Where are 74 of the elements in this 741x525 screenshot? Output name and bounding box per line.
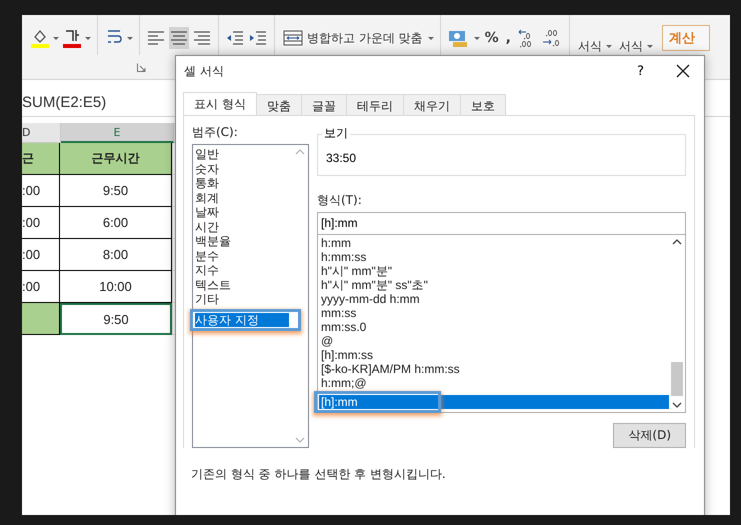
dialog-tab[interactable]: 테두리 bbox=[346, 94, 404, 115]
type-label: 형식(T): bbox=[317, 192, 363, 208]
description-text: 기존의 형식 중 하나를 선택한 후 변형시킵니다. bbox=[191, 466, 447, 483]
merge-center-button[interactable]: 병합하고 가운데 맞춤 bbox=[281, 29, 425, 47]
type-item[interactable]: h:mm;@ bbox=[321, 376, 669, 390]
type-item[interactable]: [h]:mm bbox=[319, 395, 669, 410]
type-item[interactable]: @ bbox=[321, 334, 669, 348]
table-cell: :00 bbox=[22, 175, 60, 207]
type-item[interactable]: h:mm:ss bbox=[321, 250, 669, 264]
scroll-up-icon[interactable] bbox=[672, 239, 682, 246]
dialog-launcher-icon[interactable] bbox=[137, 63, 146, 72]
type-item[interactable]: [$-ko-KR]AM/PM h:mm:ss bbox=[321, 362, 669, 376]
caret-icon[interactable] bbox=[85, 36, 91, 40]
category-label: 범주(C): bbox=[192, 124, 239, 141]
table-cell bbox=[22, 303, 60, 335]
category-list[interactable]: 일반 숫자 통화 회계 날짜 시간 백분율 분수 지수 텍스트 기타 사용자 지정 bbox=[192, 144, 309, 448]
dialog-tab[interactable]: 채우기 bbox=[402, 94, 461, 115]
type-item[interactable]: [h]:mm:ss bbox=[321, 348, 669, 362]
category-item[interactable]: 기타 bbox=[195, 292, 292, 306]
type-item[interactable]: mm:ss bbox=[321, 306, 669, 320]
table-cell: 10:00 bbox=[60, 271, 172, 303]
type-item[interactable]: yyyy-mm-dd h:mm bbox=[321, 292, 669, 306]
type-item[interactable]: h"시" mm"분" ss"초" bbox=[321, 278, 669, 292]
category-item[interactable]: 사용자 지정 bbox=[195, 312, 289, 327]
sample-value: 33:50 bbox=[326, 150, 356, 165]
category-item[interactable]: 일반 bbox=[195, 147, 292, 162]
table-cell: 9:50 bbox=[60, 175, 172, 207]
table-cell: 근 bbox=[22, 143, 60, 175]
dialog-title: 셀 서식 bbox=[184, 62, 225, 80]
delete-button[interactable]: 삭제(D) bbox=[613, 423, 686, 448]
type-input[interactable]: [h]:mm bbox=[317, 212, 686, 236]
sample-label: 보기 bbox=[322, 125, 350, 142]
dialog-tab[interactable]: 맞춤 bbox=[256, 94, 302, 115]
formula-text[interactable]: SUM(E2:E5) bbox=[22, 94, 106, 110]
table-cell: :00 bbox=[22, 207, 60, 239]
type-list[interactable]: h:mm h:mm:ss h"시" mm"분" h"시" mm"분" ss"초" yyyy-mm-dd h:mm mm:ss mm:ss.0 @ [h]:mm:ss [$-ko-KR]AM/PM h:mm:ss h:mm;@ [h]:mm bbox=[317, 235, 686, 413]
help-button[interactable]: ? bbox=[631, 64, 650, 78]
font-color-icon[interactable] bbox=[62, 27, 82, 49]
caret-icon[interactable] bbox=[428, 36, 434, 40]
merge-cells-icon bbox=[283, 29, 303, 47]
caret-icon[interactable] bbox=[127, 36, 133, 40]
category-item[interactable]: 숫자 bbox=[195, 162, 292, 176]
category-item[interactable]: 분수 bbox=[195, 248, 292, 263]
percent-style-button[interactable]: % bbox=[482, 30, 501, 46]
comma-style-button[interactable]: , bbox=[504, 30, 513, 46]
category-item[interactable]: 통화 bbox=[195, 176, 292, 190]
dialog-tab[interactable]: 글꼴 bbox=[300, 94, 347, 115]
category-item[interactable]: 회계 bbox=[195, 190, 292, 205]
category-item[interactable]: 백분율 bbox=[195, 234, 292, 248]
table-cell: :00 bbox=[22, 239, 60, 271]
table-cell: 근무시간 bbox=[60, 143, 172, 175]
dialog-tab[interactable]: 표시 형식 bbox=[183, 92, 257, 115]
table-cell: 8:00 bbox=[60, 239, 172, 271]
category-item[interactable]: 텍스트 bbox=[195, 278, 292, 292]
scroll-down-icon[interactable] bbox=[672, 402, 682, 408]
category-item[interactable]: 시간 bbox=[195, 220, 292, 234]
caret-icon bbox=[606, 44, 612, 48]
close-icon bbox=[676, 64, 690, 78]
conditional-format-button[interactable]: 서식 bbox=[576, 22, 614, 54]
column-header[interactable]: D bbox=[22, 123, 61, 143]
category-item[interactable]: 지수 bbox=[195, 263, 292, 278]
type-item[interactable]: h"시" mm"분" bbox=[321, 264, 669, 278]
caret-icon[interactable] bbox=[53, 36, 59, 40]
caret-icon bbox=[647, 44, 653, 48]
category-item[interactable]: 날짜 bbox=[195, 205, 292, 220]
caret-icon[interactable] bbox=[474, 36, 480, 40]
type-item[interactable]: h:mm bbox=[321, 236, 669, 250]
table-format-button[interactable]: 서식 bbox=[617, 22, 655, 54]
table-cell: 9:50 bbox=[60, 303, 172, 335]
type-item[interactable]: mm:ss.0 bbox=[321, 320, 669, 334]
table-cell: 6:00 bbox=[60, 207, 172, 239]
column-header[interactable]: E bbox=[61, 123, 174, 143]
scroll-thumb[interactable] bbox=[671, 362, 683, 396]
dialog-tab[interactable]: 보호 bbox=[460, 94, 506, 115]
